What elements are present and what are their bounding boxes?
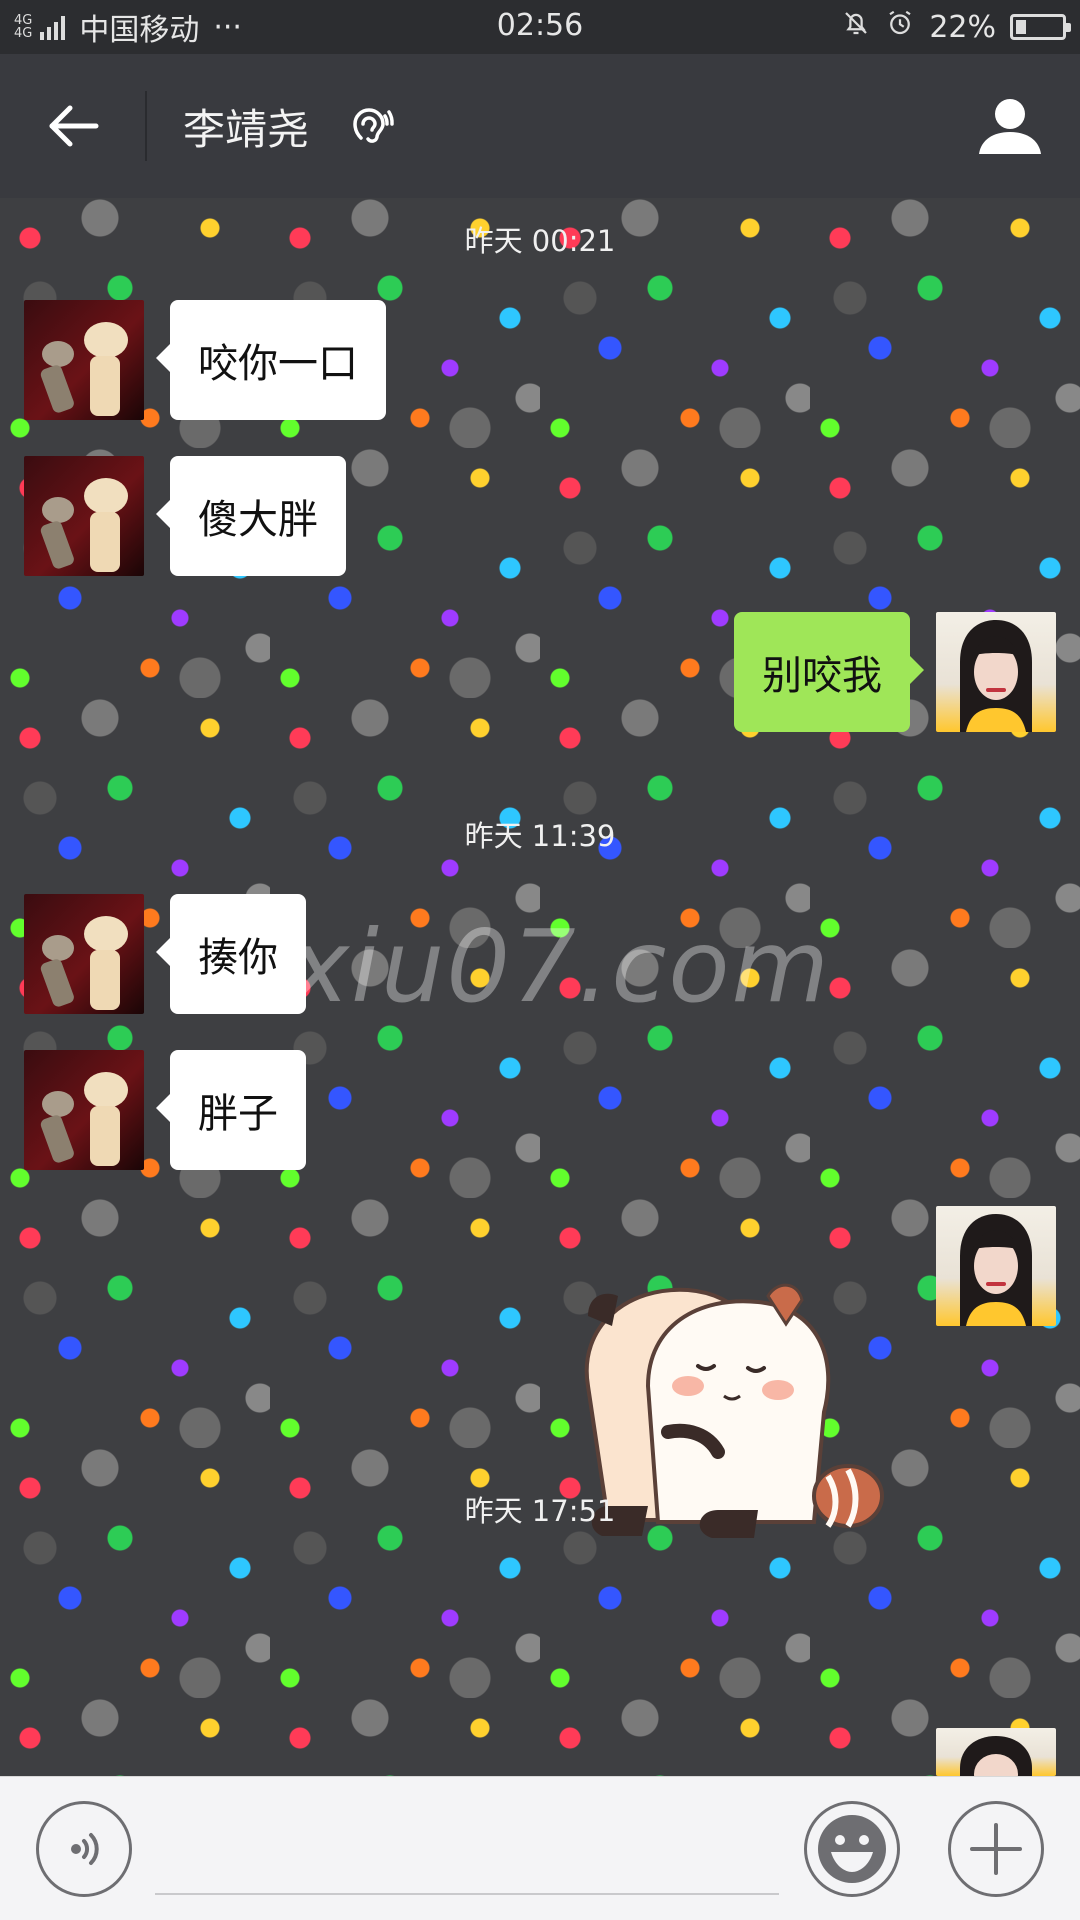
contact-avatar[interactable]	[24, 300, 144, 420]
status-right: 22%	[841, 8, 1071, 46]
battery-icon	[1010, 14, 1071, 40]
plus-button[interactable]	[948, 1801, 1044, 1897]
timestamp: 昨天 00:21	[464, 224, 616, 258]
nav-divider	[145, 91, 147, 161]
message-bubble[interactable]: 别咬我	[734, 612, 924, 732]
nav-bar: 李靖尧	[0, 54, 1080, 198]
message-bubble[interactable]: 胖子	[156, 1050, 306, 1170]
voice-icon	[71, 1833, 99, 1865]
emoji-button[interactable]	[804, 1801, 900, 1897]
person-icon	[979, 99, 1041, 154]
message-bubble[interactable]: 咬你一口	[156, 300, 386, 420]
timestamp: 昨天 11:39	[464, 819, 616, 853]
voice-button[interactable]	[36, 1801, 132, 1897]
contact-avatar[interactable]	[24, 894, 144, 1014]
profile-button[interactable]	[940, 54, 1080, 198]
watermark: xiu07.com	[290, 908, 831, 1025]
my-avatar[interactable]	[936, 612, 1056, 732]
smiley-icon	[818, 1815, 886, 1883]
bell-off-icon	[841, 8, 871, 46]
signal-icon	[40, 14, 66, 40]
contact-avatar[interactable]	[24, 456, 144, 576]
chat-area[interactable]: xiu07.com 昨天 00:21 咬你一口 傻大胖 别咬我 昨天 11:39…	[0, 198, 1080, 1776]
alarm-icon	[885, 8, 915, 46]
ear-icon[interactable]	[347, 102, 395, 150]
input-bar	[0, 1776, 1080, 1920]
contact-avatar[interactable]	[24, 1050, 144, 1170]
message-bubble[interactable]: 傻大胖	[156, 456, 346, 576]
battery-percent: 22%	[929, 9, 996, 45]
plus-icon	[970, 1823, 1022, 1875]
chat-title: 李靖尧	[183, 104, 310, 154]
network-type: 4G 4G	[14, 14, 32, 40]
status-left: 4G 4G 中国移动 ···	[14, 5, 242, 49]
carrier-label: 中国移动	[79, 13, 200, 48]
status-bar: 4G 4G 中国移动 ··· 02:56 22%	[0, 0, 1080, 54]
message-bubble[interactable]: 揍你	[156, 894, 306, 1014]
battery-fill	[1016, 20, 1026, 34]
my-avatar[interactable]	[936, 1206, 1056, 1326]
back-button[interactable]	[0, 54, 145, 198]
message-input[interactable]	[155, 1803, 779, 1895]
network-type-label-2: 4G	[14, 26, 33, 41]
more-indicator: ···	[213, 9, 242, 45]
my-avatar[interactable]	[936, 1728, 1056, 1776]
arrow-left-icon	[49, 105, 98, 147]
timestamp: 昨天 17:51	[464, 1494, 616, 1528]
